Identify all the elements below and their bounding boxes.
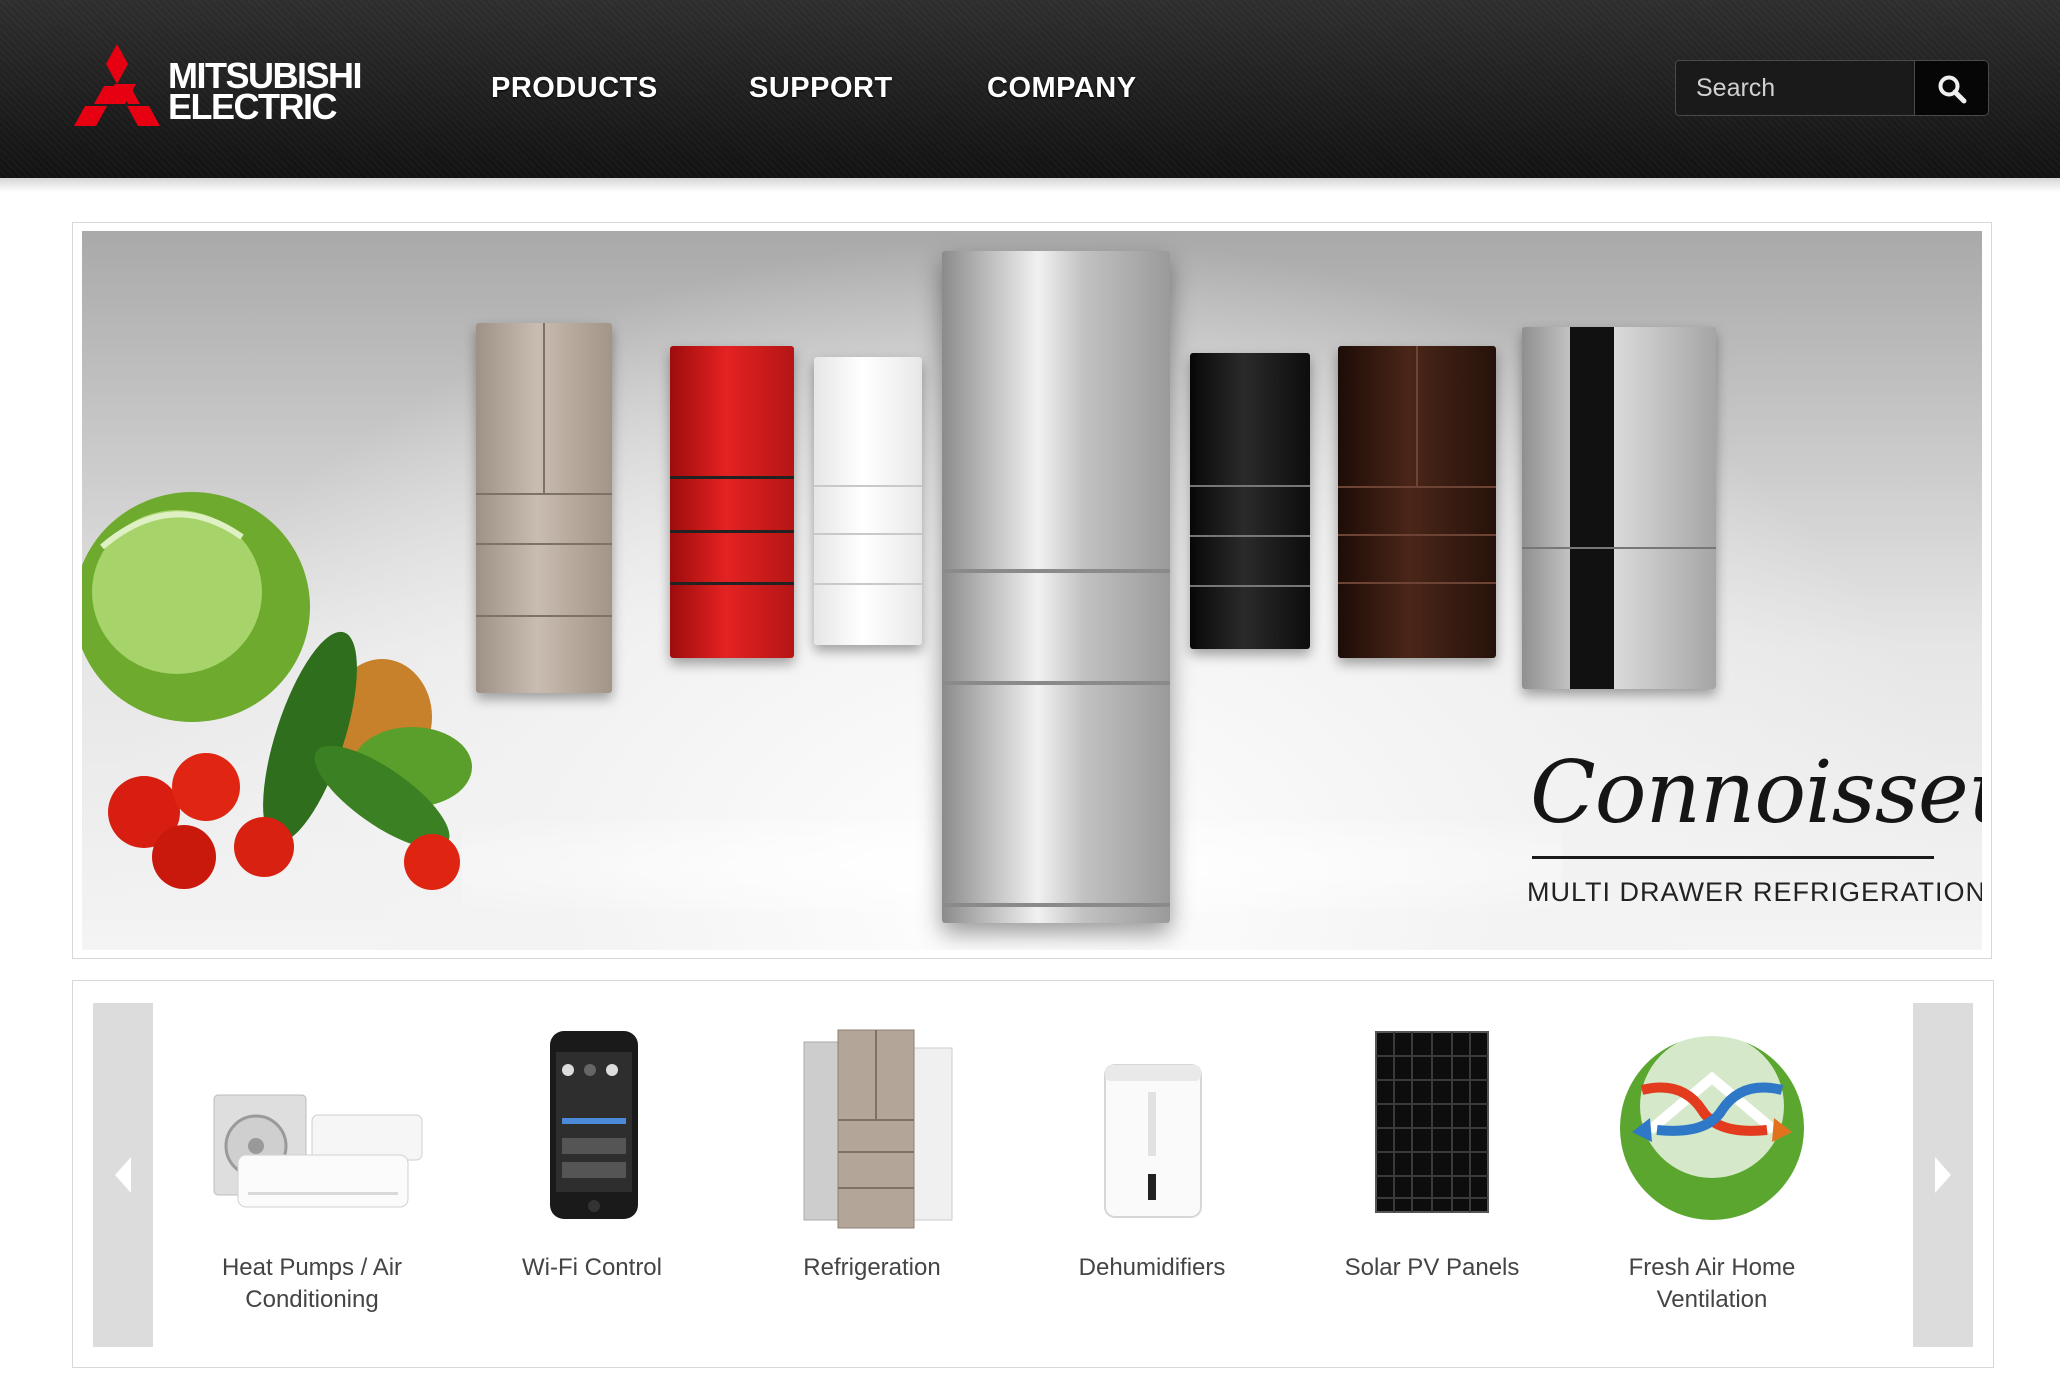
hero-banner[interactable]: Connoisseur MULTI DRAWER REFRIGERATION bbox=[82, 231, 1982, 950]
fridge-icon bbox=[803, 1029, 953, 1229]
header-shadow bbox=[0, 178, 2060, 192]
three-diamonds-logo-icon bbox=[74, 44, 160, 126]
logo-line-2: ELECTRIC bbox=[168, 86, 338, 127]
site-header: MITSUBISHI ELECTRIC PRODUCTS SUPPORT COM… bbox=[0, 0, 2060, 178]
product-label: Refrigeration bbox=[803, 1254, 941, 1281]
mitsubishi-electric-logo[interactable]: MITSUBISHI ELECTRIC bbox=[72, 44, 372, 134]
smartphone-icon bbox=[550, 1031, 638, 1219]
dehumidifier-icon bbox=[1104, 1064, 1202, 1218]
search-field bbox=[1675, 60, 1915, 116]
hero-title: Connoisseur bbox=[1530, 743, 1982, 843]
hero-title-rule bbox=[1532, 856, 1934, 859]
hero-subtitle: MULTI DRAWER REFRIGERATION bbox=[1527, 877, 1982, 907]
product-solar-pv-panels[interactable]: Solar PV Panels bbox=[1312, 1020, 1552, 1320]
ventilation-icon bbox=[1620, 1034, 1804, 1220]
product-label: Dehumidifiers bbox=[1078, 1254, 1226, 1281]
product-label: Fresh Air Home Ventilation bbox=[1628, 1254, 1796, 1313]
product-refrigeration[interactable]: Refrigeration bbox=[752, 1020, 992, 1320]
carousel-next-button[interactable] bbox=[1913, 1003, 1973, 1347]
product-wifi-control[interactable]: Wi-Fi Control bbox=[472, 1020, 712, 1320]
product-fresh-air-ventilation[interactable]: Fresh Air Home Ventilation bbox=[1592, 1020, 1832, 1320]
solar-panel-icon bbox=[1375, 1031, 1489, 1213]
nav-support[interactable]: SUPPORT bbox=[749, 72, 893, 105]
chevron-right-icon bbox=[1935, 1157, 1951, 1193]
fridge-white bbox=[814, 357, 922, 645]
product-heat-pumps[interactable]: Heat Pumps / Air Conditioning bbox=[192, 1020, 432, 1320]
fridge-black bbox=[1190, 353, 1310, 649]
vegetables-image bbox=[82, 492, 472, 890]
product-label: Wi-Fi Control bbox=[521, 1254, 662, 1281]
chevron-left-icon bbox=[115, 1157, 131, 1193]
product-dehumidifiers[interactable]: Dehumidifiers bbox=[1032, 1020, 1272, 1320]
logo-wordmark: MITSUBISHI ELECTRIC bbox=[168, 58, 363, 127]
search-input[interactable] bbox=[1676, 61, 1914, 115]
carousel-prev-button[interactable] bbox=[93, 1003, 153, 1347]
fridge-stainless bbox=[1522, 327, 1716, 689]
fridge-brown bbox=[1338, 346, 1496, 658]
product-label: Heat Pumps / Air Conditioning bbox=[221, 1254, 403, 1313]
search-button[interactable] bbox=[1915, 60, 1989, 116]
heat-pump-icon bbox=[213, 1094, 423, 1208]
search-icon bbox=[1938, 75, 1967, 104]
fridge-silver-center bbox=[942, 251, 1170, 923]
product-label: Solar PV Panels bbox=[1344, 1254, 1520, 1281]
nav-company[interactable]: COMPANY bbox=[987, 72, 1137, 105]
fridge-red bbox=[670, 346, 794, 658]
nav-products[interactable]: PRODUCTS bbox=[491, 72, 658, 105]
